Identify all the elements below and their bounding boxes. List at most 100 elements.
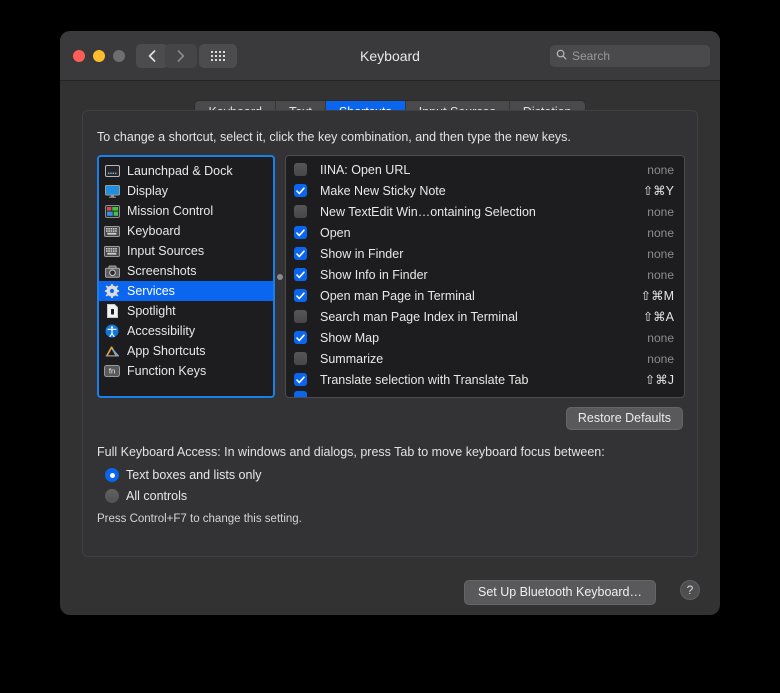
instruction-text: To change a shortcut, select it, click t…	[97, 130, 571, 144]
checkbox-checked[interactable]	[294, 184, 307, 197]
accessibility-icon	[104, 324, 120, 338]
checkbox-checked[interactable]	[294, 289, 307, 302]
category-label: Accessibility	[127, 324, 196, 338]
shortcut-list[interactable]: IINA: Open URL none Make New Sticky Note ⇧⌘…	[285, 155, 685, 398]
checkbox-checked[interactable]	[294, 331, 307, 344]
category-row-display[interactable]: Display	[99, 181, 273, 201]
zoom-button-icon[interactable]	[113, 50, 125, 62]
shortcut-key-combination[interactable]: ⇧⌘J	[645, 372, 674, 387]
spotlight-icon	[104, 304, 120, 318]
category-label: Screenshots	[127, 264, 197, 278]
checkbox-unchecked[interactable]	[294, 205, 307, 218]
radio-selected-icon[interactable]	[105, 468, 119, 482]
keyboard-icon	[104, 224, 120, 238]
shortcut-row[interactable]: Show in Finder none	[286, 243, 684, 264]
category-row-launchpad-dock[interactable]: Launchpad & Dock	[99, 161, 273, 181]
row-checkbox[interactable]	[294, 391, 307, 397]
shortcut-key-combination[interactable]: ⇧⌘A	[643, 309, 674, 324]
shortcut-row[interactable]: Show Map none	[286, 327, 684, 348]
category-label: Input Sources	[127, 244, 205, 258]
category-row-services[interactable]: Services	[99, 281, 273, 301]
category-row-function-keys[interactable]: fn Function Keys	[99, 361, 273, 381]
category-row-app-shortcuts[interactable]: App Shortcuts	[99, 341, 273, 361]
checkbox-checked[interactable]	[294, 226, 307, 239]
forward-button[interactable]	[165, 44, 197, 68]
checkbox-checked[interactable]	[294, 373, 307, 386]
category-list[interactable]: Launchpad & Dock Display Mission Control Ke…	[97, 155, 275, 398]
shortcut-key-combination[interactable]: none	[647, 268, 674, 282]
shortcut-key-combination[interactable]: ⇧⌘M	[641, 288, 674, 303]
full-keyboard-access-hint: Press Control+F7 to change this setting.	[97, 513, 302, 525]
app-shortcuts-icon	[104, 344, 120, 358]
svg-text:fn: fn	[109, 367, 115, 376]
close-button-icon[interactable]	[73, 50, 85, 62]
launchpad-dock-icon	[104, 164, 120, 178]
keyboard-preferences-window: Keyboard KeyboardTextShortcutsInput Sour…	[60, 31, 720, 615]
shortcuts-split-view: Launchpad & Dock Display Mission Control Ke…	[97, 155, 685, 398]
shortcut-row[interactable]: New TextEdit Win…ontaining Selection none	[286, 201, 684, 222]
radio-unselected-icon[interactable]	[105, 489, 119, 503]
shortcuts-panel: To change a shortcut, select it, click t…	[82, 110, 698, 557]
radio-text-boxes-and-lists-only[interactable]: Text boxes and lists only	[105, 468, 262, 482]
mission-control-icon	[104, 204, 120, 218]
shortcut-name: Search man Page Index in Terminal	[320, 309, 518, 324]
split-resizer-handle-icon[interactable]	[277, 273, 283, 280]
shortcut-key-combination[interactable]: none	[647, 352, 674, 366]
shortcut-row[interactable]: IINA: Open URL none	[286, 159, 684, 180]
search-input[interactable]	[572, 49, 704, 63]
shortcut-row[interactable]: Open man Page in Terminal ⇧⌘M	[286, 285, 684, 306]
category-label: Launchpad & Dock	[127, 164, 233, 178]
shortcut-key-combination[interactable]: none	[647, 247, 674, 261]
shortcut-key-combination[interactable]: none	[647, 205, 674, 219]
shortcut-key-combination[interactable]: ⇧⌘Y	[643, 183, 674, 198]
back-button[interactable]	[136, 44, 168, 68]
services-gear-icon	[104, 284, 120, 298]
shortcut-row[interactable]: Show Info in Finder none	[286, 264, 684, 285]
shortcut-name: New TextEdit Win…ontaining Selection	[320, 204, 536, 219]
screenshots-icon	[104, 264, 120, 278]
help-button[interactable]: ?	[680, 580, 700, 600]
shortcut-key-combination[interactable]: none	[647, 331, 674, 345]
shortcut-row[interactable]: Summarize none	[286, 348, 684, 369]
shortcut-row[interactable]: Make New Sticky Note ⇧⌘Y	[286, 180, 684, 201]
shortcut-row[interactable]: Open none	[286, 222, 684, 243]
category-label: Keyboard	[127, 224, 181, 238]
split-resizer[interactable]	[275, 155, 285, 398]
category-row-accessibility[interactable]: Accessibility	[99, 321, 273, 341]
shortcut-name: Show in Finder	[320, 246, 404, 261]
category-label: Services	[127, 284, 175, 298]
shortcut-name: Open	[320, 225, 351, 240]
set-up-bluetooth-keyboard-button[interactable]: Set Up Bluetooth Keyboard…	[464, 580, 656, 605]
shortcut-name: Summarize	[320, 351, 384, 366]
shortcut-key-combination[interactable]: none	[647, 163, 674, 177]
checkbox-unchecked[interactable]	[294, 352, 307, 365]
restore-defaults-button[interactable]: Restore Defaults	[565, 407, 683, 430]
partial-row[interactable]	[286, 391, 684, 397]
shortcut-row[interactable]: Translate selection with Translate Tab ⇧⌘…	[286, 369, 684, 390]
category-row-mission-control[interactable]: Mission Control	[99, 201, 273, 221]
radio-all-controls[interactable]: All controls	[105, 489, 187, 503]
radio-label: Text boxes and lists only	[126, 468, 262, 482]
shortcut-name: Translate selection with Translate Tab	[320, 372, 529, 387]
checkbox-checked[interactable]	[294, 268, 307, 281]
category-row-input-sources[interactable]: Input Sources	[99, 241, 273, 261]
shortcut-name: IINA: Open URL	[320, 162, 411, 177]
window-titlebar: Keyboard	[60, 31, 720, 81]
category-row-spotlight[interactable]: Spotlight	[99, 301, 273, 321]
checkbox-checked[interactable]	[294, 247, 307, 260]
shortcut-name: Show Map	[320, 330, 380, 345]
shortcut-key-combination[interactable]: none	[647, 226, 674, 240]
category-label: Function Keys	[127, 364, 207, 378]
checkbox-unchecked[interactable]	[294, 310, 307, 323]
input-sources-icon	[104, 244, 120, 258]
category-row-keyboard[interactable]: Keyboard	[99, 221, 273, 241]
show-all-preferences-button[interactable]	[199, 44, 237, 68]
category-label: App Shortcuts	[127, 344, 206, 358]
shortcut-row[interactable]: Search man Page Index in Terminal ⇧⌘A	[286, 306, 684, 327]
category-row-screenshots[interactable]: Screenshots	[99, 261, 273, 281]
minimize-button-icon[interactable]	[93, 50, 105, 62]
category-label: Spotlight	[127, 304, 176, 318]
search-field[interactable]	[550, 45, 710, 67]
checkbox-unchecked[interactable]	[294, 163, 307, 176]
radio-label: All controls	[126, 489, 188, 503]
